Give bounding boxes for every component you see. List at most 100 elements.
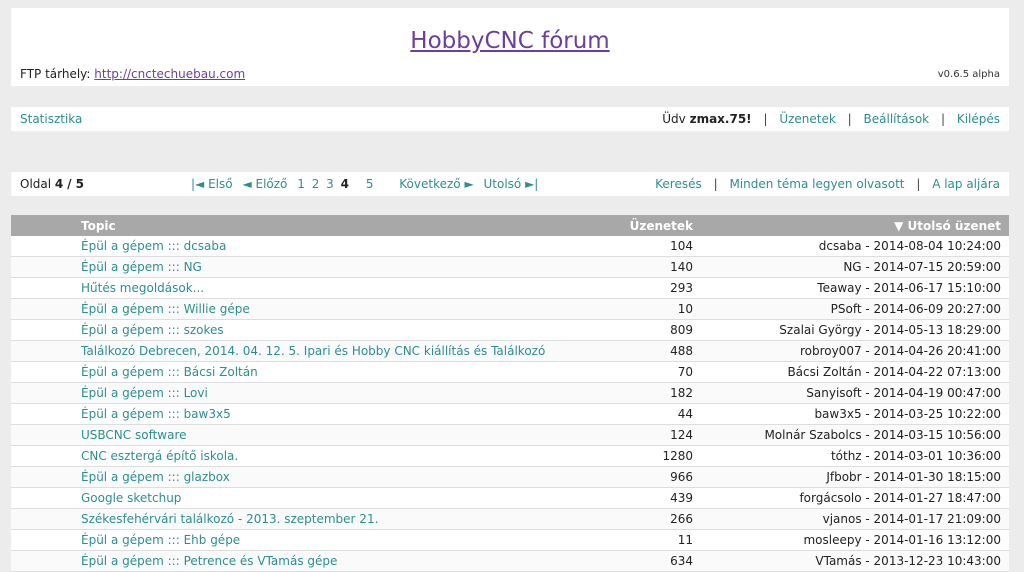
message-count: 634 [573, 550, 701, 572]
pagination-bar: Oldal 4 / 5 |◄ Első ◄ Előző 1 2 3 4 5 Kö… [11, 172, 1009, 196]
topic-column-header[interactable]: Topic [11, 215, 573, 236]
separator: | [763, 112, 768, 126]
table-row: Épül a gépem ::: szokes 809 Szalai György … [11, 319, 1009, 341]
ftp-link[interactable]: http://cnctechuebau.com [94, 67, 245, 81]
search-link[interactable]: Keresés [655, 177, 702, 191]
last-post-info: mosleepy - 2014-01-16 13:12:00 [701, 529, 1009, 551]
topic-link[interactable]: Épül a gépem ::: Ehb gépe [81, 533, 240, 547]
last-post-info: Bácsi Zoltán - 2014-04-22 07:13:00 [701, 361, 1009, 383]
message-count: 70 [573, 361, 701, 383]
table-row: Google sketchup 439 forgácsolo - 2014-01-2… [11, 487, 1009, 509]
topic-link[interactable]: Épül a gépem ::: Petrence és VTamás gépe [81, 554, 337, 568]
table-row: USBCNC software 124 Molnár Szabolcs - 2014… [11, 424, 1009, 446]
table-row: Épül a gépem ::: dcsaba 104 dcsaba - 2014-… [11, 236, 1009, 257]
topic-link[interactable]: CNC esztergá építő iskola. [81, 449, 238, 463]
forum-actions: Keresés | Minden téma legyen olvasott | … [655, 177, 1000, 191]
current-page: 4 [54, 177, 64, 191]
separator: | [713, 177, 718, 191]
last-post-info: dcsaba - 2014-08-04 10:24:00 [701, 236, 1009, 257]
prev-page-link[interactable]: ◄ Előző [242, 177, 287, 191]
topic-cell: Épül a gépem ::: baw3x5 [11, 403, 573, 425]
page-link-1[interactable]: 1 [297, 177, 305, 191]
topic-link[interactable]: Épül a gépem ::: szokes [81, 323, 224, 337]
separator: | [940, 112, 945, 126]
topic-cell: USBCNC software [11, 424, 573, 446]
last-post-info: PSoft - 2014-06-09 20:27:00 [701, 298, 1009, 320]
table-row: Épül a gépem ::: Lovi 182 Sanyisoft - 2014… [11, 382, 1009, 404]
messages-link[interactable]: Üzenetek [779, 112, 836, 126]
last-post-info: NG - 2014-07-15 20:59:00 [701, 256, 1009, 278]
settings-link[interactable]: Beállítások [864, 112, 930, 126]
page-link-3[interactable]: 3 [326, 177, 334, 191]
separator: | [847, 112, 852, 126]
table-row: Épül a gépem ::: Willie gépe 10 PSoft - 20… [11, 298, 1009, 320]
topic-link[interactable]: Épül a gépem ::: baw3x5 [81, 407, 231, 421]
last-post-info: Molnár Szabolcs - 2014-03-15 10:56:00 [701, 424, 1009, 446]
topic-link[interactable]: Hűtés megoldások... [81, 281, 204, 295]
topic-link[interactable]: Épül a gépem ::: dcsaba [81, 239, 226, 253]
table-row: Épül a gépem ::: glazbox 966 Jfbobr - 2014… [11, 466, 1009, 488]
user-nav-bar: Statisztika Üdv zmax.75! | Üzenetek | Be… [11, 107, 1009, 131]
page-bottom-link[interactable]: A lap aljára [932, 177, 1000, 191]
message-count: 266 [573, 508, 701, 530]
topic-cell: Találkozó Debrecen, 2014. 04. 12. 5. Ipa… [11, 340, 573, 362]
topic-link[interactable]: Épül a gépem ::: NG [81, 260, 202, 274]
topic-link[interactable]: Épül a gépem ::: glazbox [81, 470, 230, 484]
topic-link[interactable]: Google sketchup [81, 491, 181, 505]
topic-cell: Épül a gépem ::: Lovi [11, 382, 573, 404]
topic-link[interactable]: Találkozó Debrecen, 2014. 04. 12. 5. Ipa… [81, 344, 545, 358]
topic-cell: Hűtés megoldások... [11, 277, 573, 299]
ftp-info: FTP tárhely: http://cnctechuebau.com [20, 67, 245, 81]
message-count: 124 [573, 424, 701, 446]
message-count: 11 [573, 529, 701, 551]
logout-link[interactable]: Kilépés [957, 112, 1000, 126]
next-page-link[interactable]: Következő ► [399, 177, 473, 191]
topic-cell: Épül a gépem ::: NG [11, 256, 573, 278]
mark-all-read-link[interactable]: Minden téma legyen olvasott [729, 177, 904, 191]
topic-cell: Épül a gépem ::: dcsaba [11, 236, 573, 257]
topic-cell: Épül a gépem ::: glazbox [11, 466, 573, 488]
topics-table: Topic Üzenetek ▼ Utolsó üzenet Épül a gé… [11, 215, 1009, 572]
topic-cell: Google sketchup [11, 487, 573, 509]
site-title-link[interactable]: HobbyCNC fórum [410, 28, 609, 54]
table-row: Épül a gépem ::: Petrence és VTamás gépe… [11, 550, 1009, 572]
topic-cell: Épül a gépem ::: Petrence és VTamás gépe [11, 550, 573, 572]
topic-cell: CNC esztergá építő iskola. [11, 445, 573, 467]
stats-link[interactable]: Statisztika [20, 112, 82, 126]
table-row: CNC esztergá építő iskola. 1280 tóthz - 20… [11, 445, 1009, 467]
last-post-info: forgácsolo - 2014-01-27 18:47:00 [701, 487, 1009, 509]
last-page-link[interactable]: Utolsó ►| [484, 177, 539, 191]
topic-link[interactable]: Épül a gépem ::: Willie gépe [81, 302, 250, 316]
topic-cell: Épül a gépem ::: szokes [11, 319, 573, 341]
message-count: 182 [573, 382, 701, 404]
topic-link[interactable]: Épül a gépem ::: Bácsi Zoltán [81, 365, 258, 379]
last-post-info: Teaway - 2014-06-17 15:10:00 [701, 277, 1009, 299]
separator: | [916, 177, 921, 191]
count-column-header[interactable]: Üzenetek [573, 215, 701, 236]
page-link-5[interactable]: 5 [366, 177, 374, 191]
topic-cell: Székesfehérvári találkozó - 2013. szepte… [11, 508, 573, 530]
last-post-info: baw3x5 - 2014-03-25 10:22:00 [701, 403, 1009, 425]
message-count: 10 [573, 298, 701, 320]
page-indicator: Oldal 4 / 5 [20, 177, 84, 191]
message-count: 439 [573, 487, 701, 509]
page-link-2[interactable]: 2 [312, 177, 320, 191]
username: zmax.75! [689, 112, 752, 126]
topic-rows: Épül a gépem ::: dcsaba 104 dcsaba - 2014-… [11, 236, 1009, 572]
topic-link[interactable]: Épül a gépem ::: Lovi [81, 386, 208, 400]
forum-header: HobbyCNC fórum FTP tárhely: http://cncte… [11, 8, 1009, 86]
user-menu: Üdv zmax.75! | Üzenetek | Beállítások | … [662, 112, 1000, 126]
table-header-row: Topic Üzenetek ▼ Utolsó üzenet [11, 215, 1009, 236]
table-row: Épül a gépem ::: baw3x5 44 baw3x5 - 2014-0… [11, 403, 1009, 425]
last-post-column-header[interactable]: ▼ Utolsó üzenet [701, 215, 1009, 236]
topic-link[interactable]: USBCNC software [81, 428, 187, 442]
topic-link[interactable]: Székesfehérvári találkozó - 2013. szepte… [81, 512, 378, 526]
last-post-info: Jfbobr - 2014-01-30 18:15:00 [701, 466, 1009, 488]
site-title: HobbyCNC fórum [11, 28, 1009, 54]
last-post-info: Sanyisoft - 2014-04-19 00:47:00 [701, 382, 1009, 404]
table-row: Épül a gépem ::: Bácsi Zoltán 70 Bácsi Zol… [11, 361, 1009, 383]
first-page-link[interactable]: |◄ Első [191, 177, 233, 191]
topic-cell: Épül a gépem ::: Ehb gépe [11, 529, 573, 551]
message-count: 140 [573, 256, 701, 278]
last-post-info: Szalai György - 2014-05-13 18:29:00 [701, 319, 1009, 341]
